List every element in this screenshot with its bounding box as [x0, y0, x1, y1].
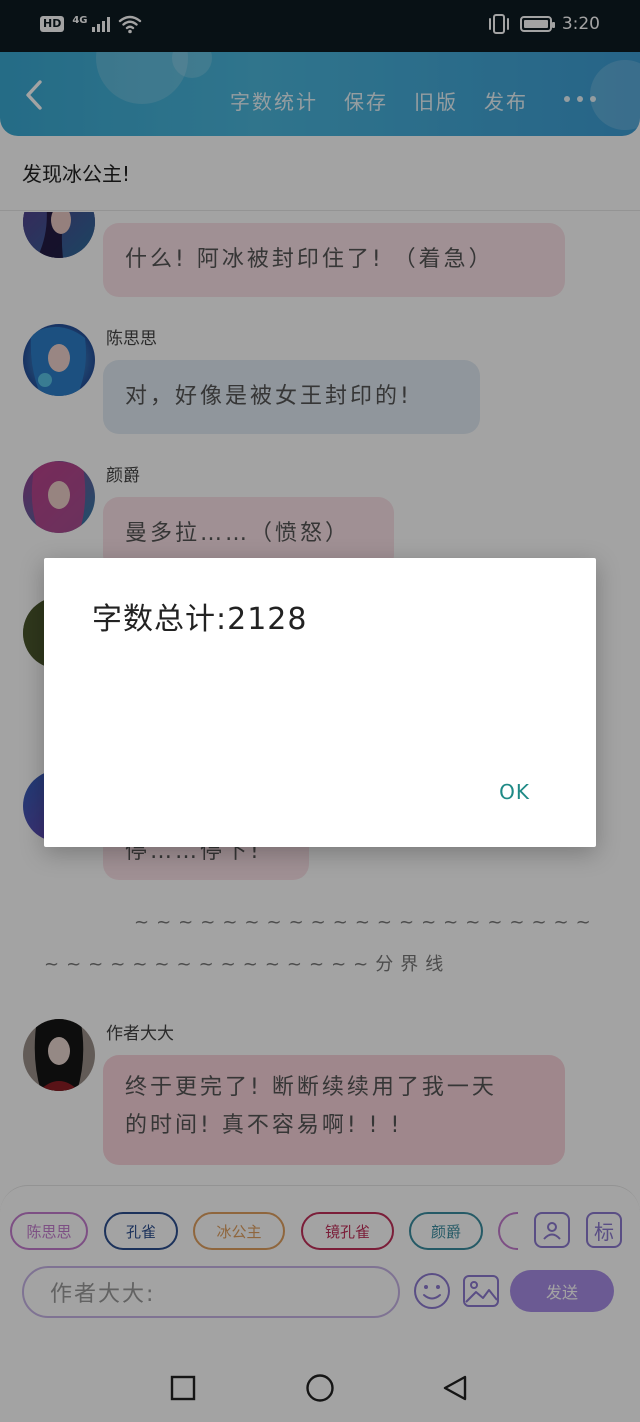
- ok-button[interactable]: OK: [499, 780, 530, 804]
- word-count-message: 字数总计:2128: [92, 602, 308, 637]
- word-count-dialog: 字数总计:2128 OK: [44, 558, 596, 847]
